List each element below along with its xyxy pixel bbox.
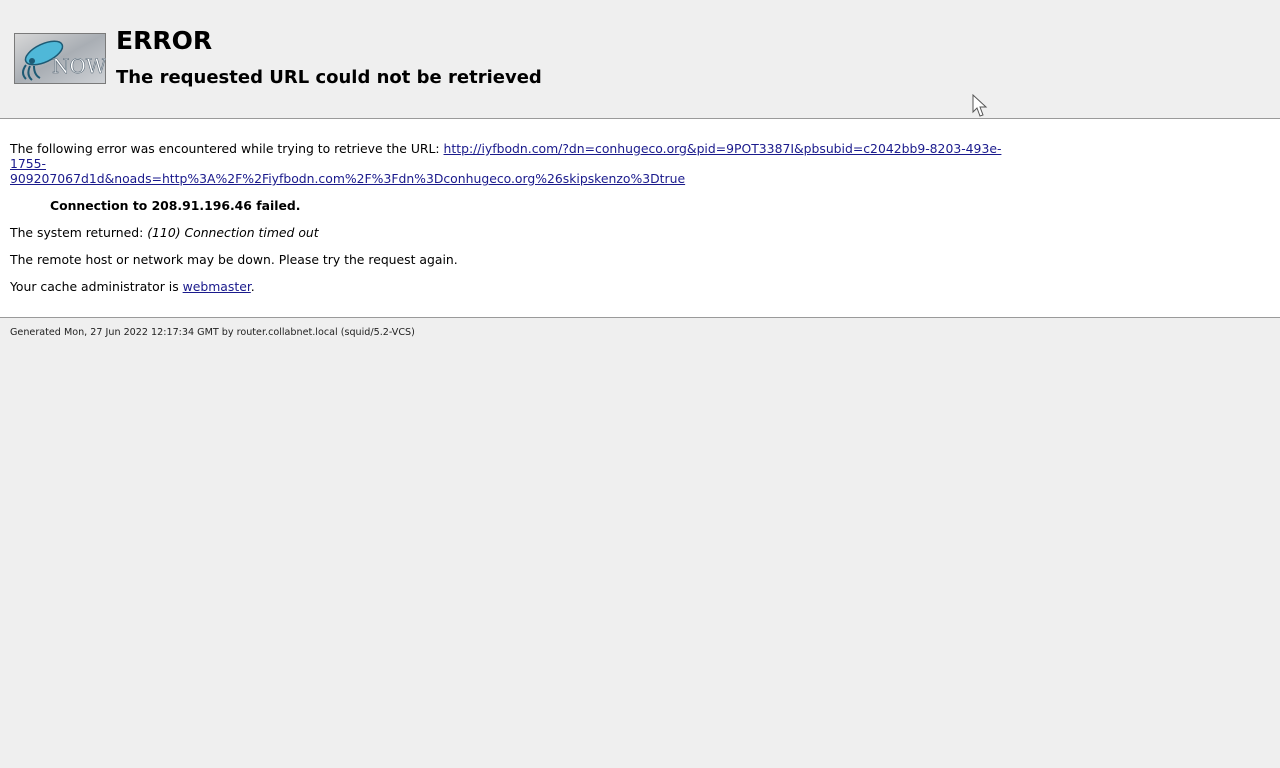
- remote-host-message: The remote host or network may be down. …: [10, 252, 458, 267]
- url-paragraph: The following error was encountered whil…: [10, 141, 1030, 186]
- page-subtitle: The requested URL could not be retrieved: [116, 67, 542, 88]
- page-title: ERROR: [116, 26, 213, 55]
- logo-text: NOW: [52, 54, 106, 78]
- page-footer: Generated Mon, 27 Jun 2022 12:17:34 GMT …: [0, 318, 1280, 347]
- system-returned-value: (110) Connection timed out: [147, 225, 319, 240]
- page-header: NOW ERROR The requested URL could not be…: [0, 0, 1280, 119]
- webmaster-link[interactable]: webmaster: [183, 279, 251, 294]
- intro-text: The following error was encountered whil…: [10, 141, 444, 156]
- mouse-pointer-icon: [972, 94, 988, 117]
- url-line-2: 909207067d1d&noads=http%3A%2F%2Fiyfbodn.…: [10, 171, 686, 186]
- cache-admin-suffix: .: [250, 279, 255, 294]
- system-returned-line: The system returned: (110) Connection ti…: [10, 225, 1270, 240]
- titles-block: ERROR The requested URL could not be ret…: [116, 26, 542, 90]
- squid-logo-icon: NOW: [14, 33, 106, 84]
- cache-admin-line: Your cache administrator is webmaster.: [10, 279, 1270, 294]
- system-returned-label: The system returned:: [10, 225, 148, 240]
- generated-info: Generated Mon, 27 Jun 2022 12:17:34 GMT …: [10, 327, 415, 338]
- connection-failed-message: Connection to 208.91.196.46 failed.: [50, 198, 301, 213]
- error-content: The following error was encountered whil…: [0, 119, 1280, 318]
- cache-admin-label: Your cache administrator is: [10, 279, 183, 294]
